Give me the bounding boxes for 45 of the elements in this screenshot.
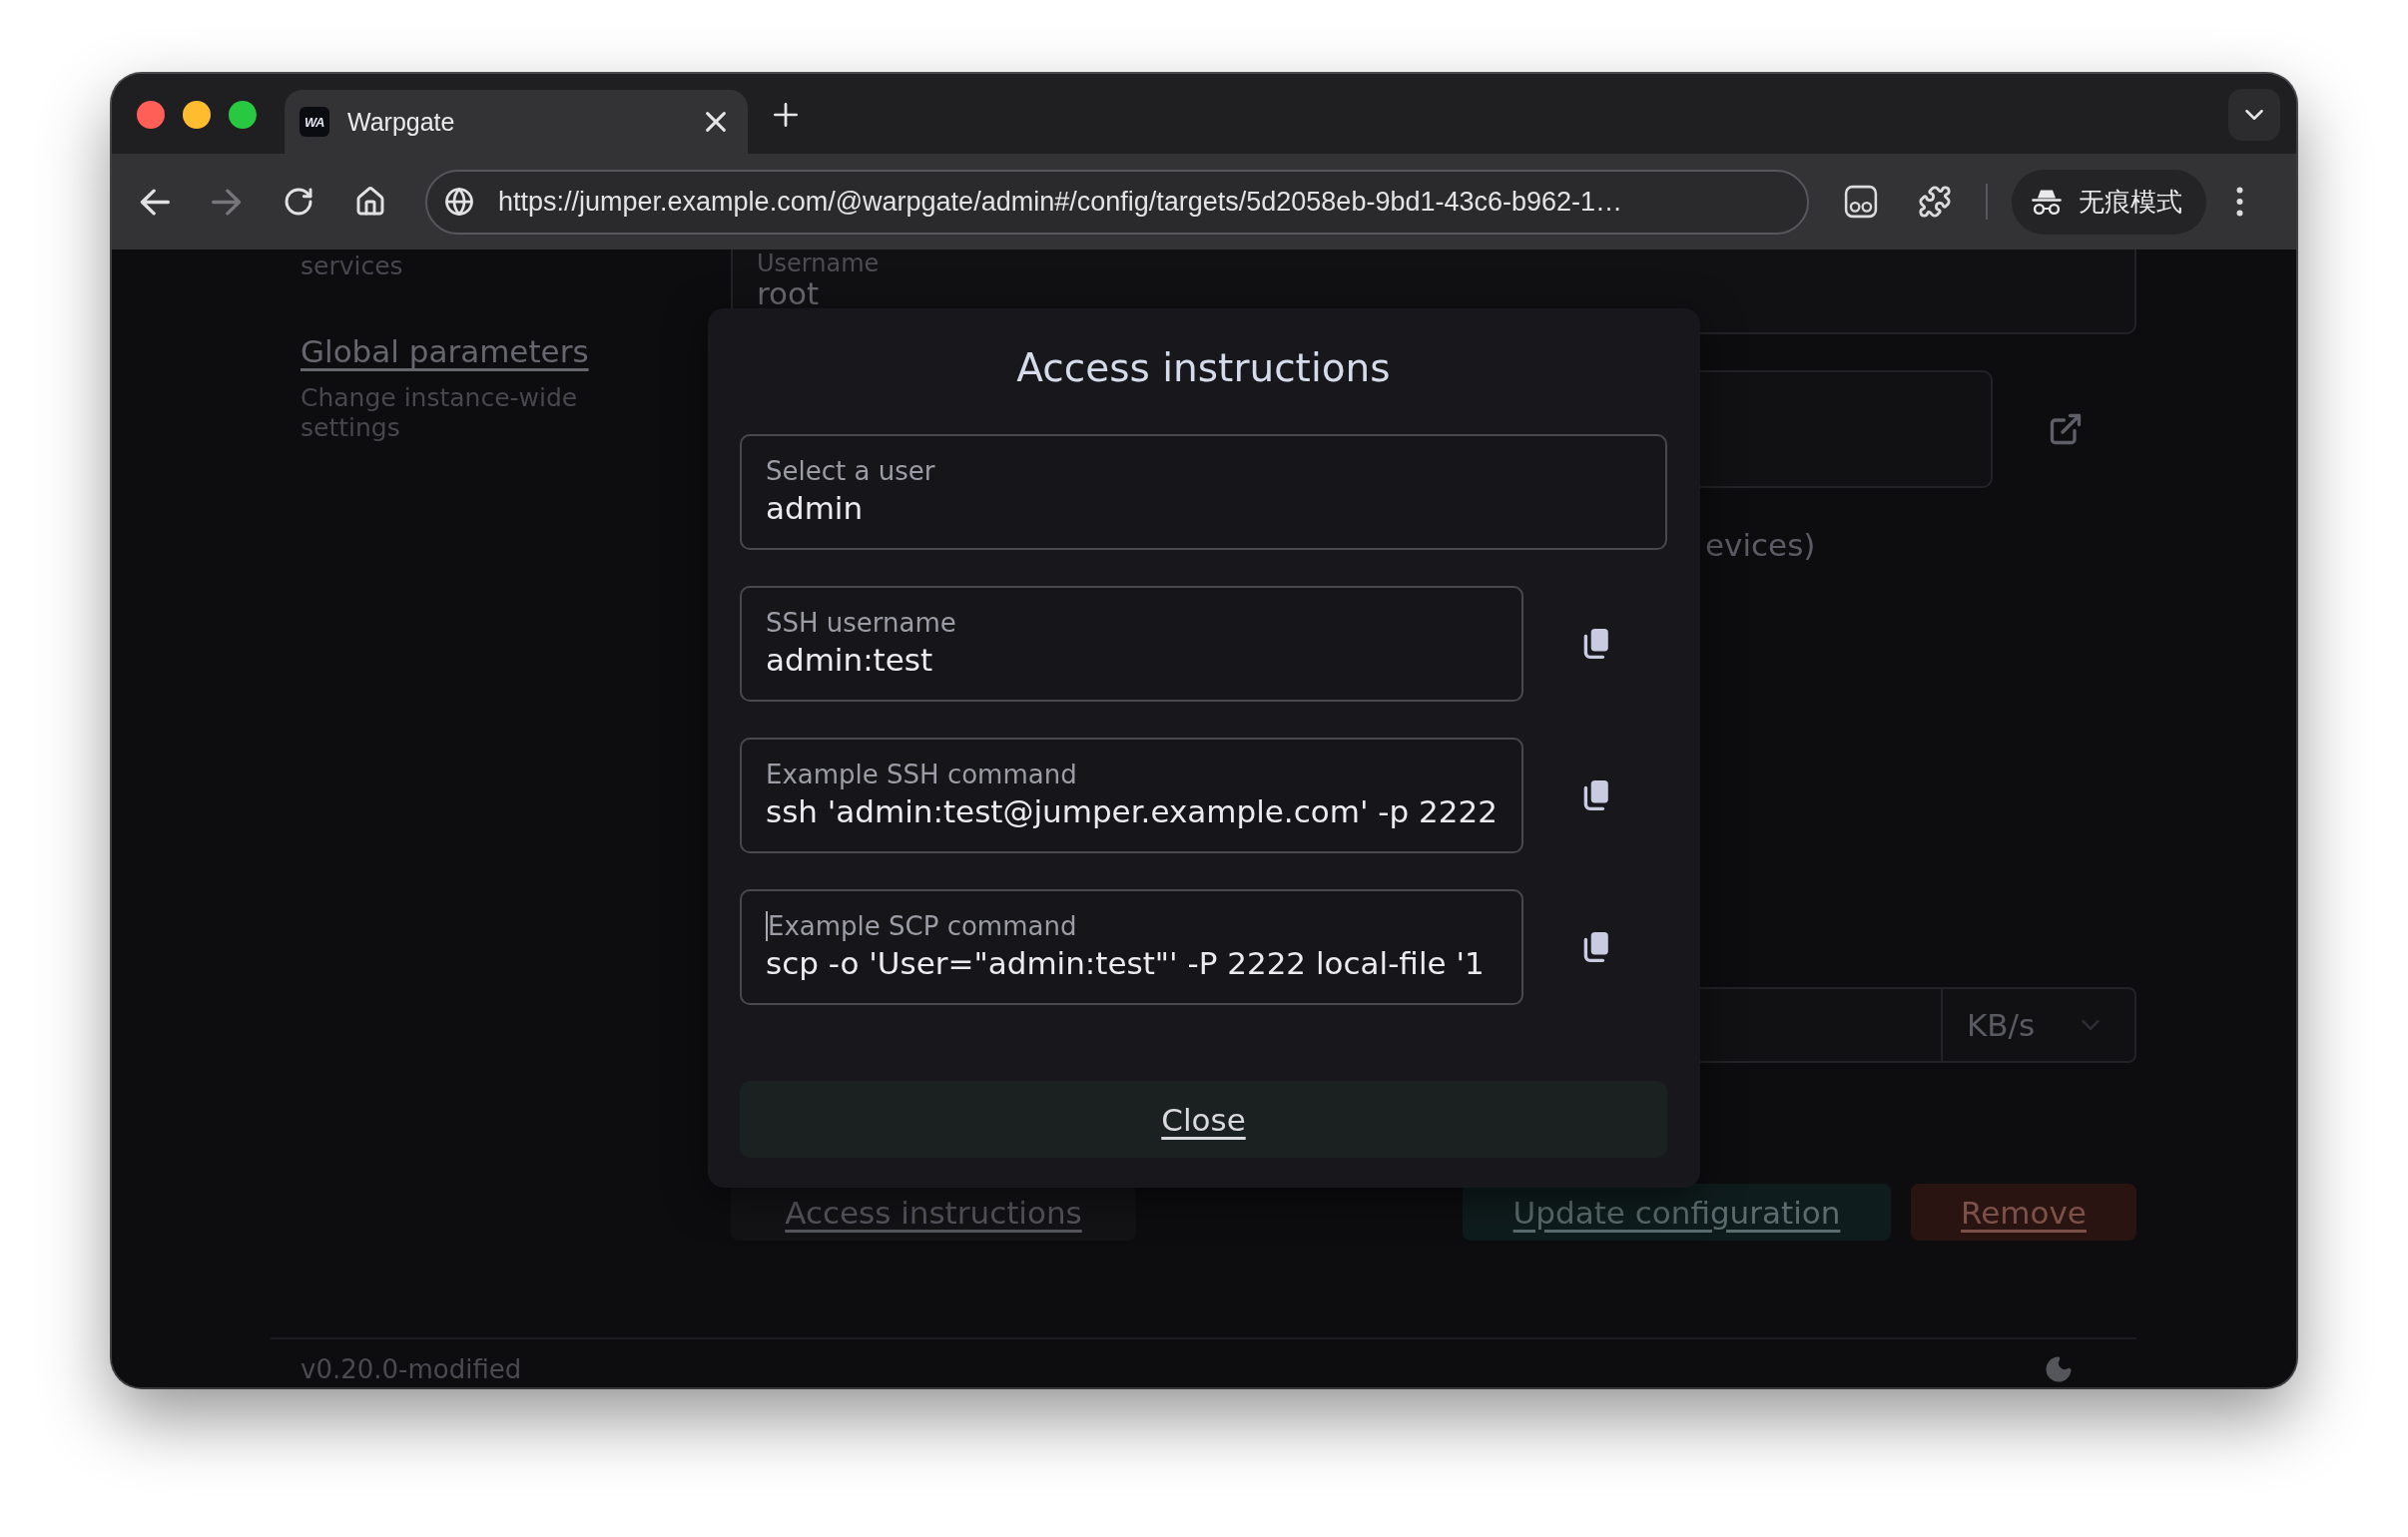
close-window-button[interactable] — [137, 101, 165, 129]
description-text: Change instance-wide settings — [301, 383, 579, 443]
maximize-window-button[interactable] — [229, 101, 257, 129]
more-menu-icon[interactable] — [2236, 187, 2243, 217]
back-arrow-icon[interactable] — [140, 188, 170, 216]
field-value: admin — [766, 489, 865, 528]
field-value: scp -o 'User="admin:test"' -P 2222 local-file '1 — [766, 944, 1486, 983]
label-text: evices) — [1705, 527, 1816, 563]
field-label: Select a user — [766, 455, 935, 487]
chevron-down-icon — [2082, 1020, 2100, 1030]
copy-icon[interactable] — [1581, 931, 1609, 963]
dialog-title: Access instructions — [1015, 344, 1392, 392]
glasses-icon[interactable] — [1844, 185, 1878, 219]
globe-icon[interactable] — [444, 187, 474, 217]
description-text: services — [301, 252, 403, 281]
browser-tab[interactable]: WA Warpgate — [285, 90, 748, 154]
field-label: SSH username — [766, 607, 956, 639]
text-field[interactable]: Example SSH command ssh 'admin:test@jumper.example.com' -p 2222 — [740, 738, 1523, 853]
version-text: v0.20.0-modified — [301, 1353, 522, 1385]
field-label: Example SSH command — [766, 759, 1077, 790]
address-bar[interactable]: https://jumper.example.com/@warpgate/admin#/config/targets/5d2058eb-9bd1-43c6-b962-1… — [425, 169, 1809, 235]
field-label: Username — [757, 251, 881, 276]
copy-icon[interactable] — [1581, 779, 1609, 811]
copy-icon[interactable] — [1581, 628, 1609, 660]
incognito-icon — [2031, 188, 2063, 216]
tab-list-button[interactable] — [2228, 89, 2280, 141]
field-value: admin:test — [766, 641, 934, 680]
plus-icon[interactable] — [774, 103, 798, 127]
moon-icon[interactable] — [2044, 1354, 2074, 1384]
chevron-down-icon — [2245, 110, 2263, 120]
minimize-window-button[interactable] — [183, 101, 211, 129]
favicon: WA — [300, 107, 329, 137]
reload-icon[interactable] — [283, 186, 314, 218]
incognito-chip[interactable]: 无痕模式 — [2012, 169, 2206, 235]
text-field[interactable]: Example SCP command scp -o 'User="admin:test"' -P 2222 local-file '1 — [740, 889, 1523, 1005]
select-field[interactable]: Select a user admin — [740, 434, 1667, 550]
close-button[interactable]: Close — [740, 1081, 1667, 1158]
field-value: ssh 'admin:test@jumper.example.com' -p 2222 — [766, 792, 1498, 831]
close-icon[interactable] — [706, 112, 726, 132]
home-icon[interactable] — [354, 186, 386, 218]
puzzle-icon[interactable] — [1918, 185, 1952, 219]
external-link-icon[interactable] — [2048, 411, 2084, 447]
text-field[interactable]: SSH username admin:test — [740, 586, 1523, 702]
field-value: root — [757, 278, 821, 308]
field-label: Example SCP command — [768, 910, 1077, 942]
